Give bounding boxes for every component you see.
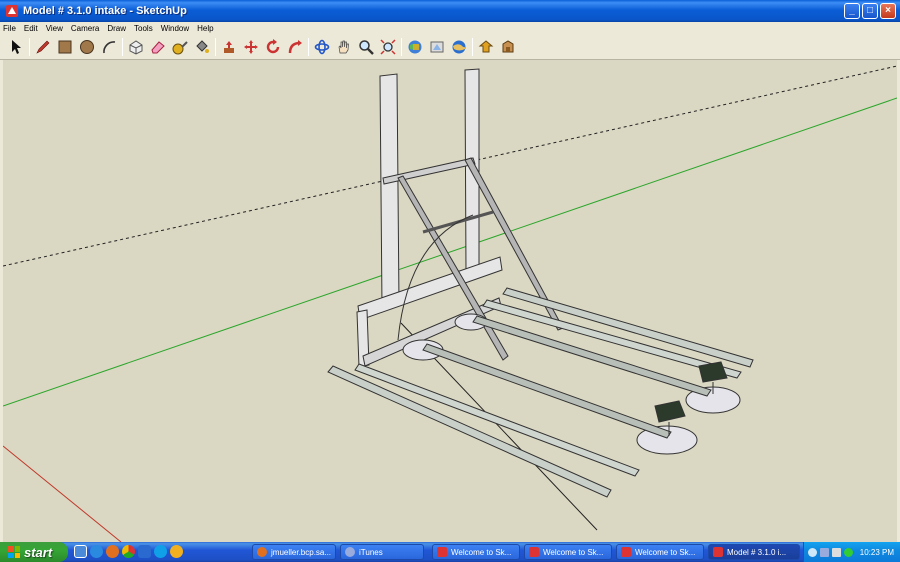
follow-me-icon[interactable] <box>285 38 304 57</box>
toolbar-separator <box>472 38 473 56</box>
task-label: jmueller.bcp.sa... <box>271 547 332 557</box>
task-item-itunes[interactable]: iTunes <box>340 544 424 560</box>
menu-tools[interactable]: Tools <box>134 24 153 33</box>
make-component-icon[interactable] <box>126 38 145 57</box>
pan-icon[interactable] <box>334 38 353 57</box>
toolbar-separator <box>215 38 216 56</box>
maximize-button[interactable]: □ <box>862 3 878 19</box>
share-model-icon[interactable] <box>427 38 446 57</box>
task-label: Welcome to Sk... <box>543 547 604 557</box>
task-item-welcome-3[interactable]: Welcome to Sk... <box>616 544 704 560</box>
menu-draw[interactable]: Draw <box>107 24 126 33</box>
tray-expand-icon[interactable] <box>808 547 817 557</box>
get-models-toolbar-icon[interactable] <box>476 38 495 57</box>
robot-intake-model[interactable] <box>327 68 754 498</box>
task-label: Welcome to Sk... <box>635 547 696 557</box>
close-button[interactable]: × <box>880 3 896 19</box>
arc-icon[interactable] <box>99 38 118 57</box>
start-label: start <box>24 544 53 560</box>
network-icon[interactable] <box>820 547 829 557</box>
toolbar-separator <box>29 38 30 56</box>
skype-icon[interactable] <box>154 545 167 558</box>
firefox-icon[interactable] <box>106 545 119 558</box>
windows-logo-icon <box>8 546 20 558</box>
windows-taskbar: start jmueller.bcp.sa... iTunes Welcome … <box>0 542 900 562</box>
sketchup-icon <box>6 5 18 17</box>
messenger-icon[interactable] <box>170 545 183 558</box>
circle-icon[interactable] <box>77 38 96 57</box>
toolbar-separator <box>122 38 123 56</box>
task-label: iTunes <box>359 547 383 557</box>
volume-icon[interactable] <box>832 547 841 557</box>
itunes-icon <box>345 547 355 557</box>
task-label: Welcome to Sk... <box>451 547 512 557</box>
task-item-jmueller[interactable]: jmueller.bcp.sa... <box>252 544 336 560</box>
ie-icon[interactable] <box>90 545 103 558</box>
rail-back-long <box>502 287 754 368</box>
sketchup-icon <box>621 547 631 557</box>
toolbar-separator <box>308 38 309 56</box>
menu-help[interactable]: Help <box>197 24 213 33</box>
quick-launch <box>74 545 183 558</box>
orbit-icon[interactable] <box>312 38 331 57</box>
task-label: Model # 3.1.0 i... <box>727 547 787 557</box>
photo-textures-icon[interactable] <box>498 38 517 57</box>
menu-view[interactable]: View <box>46 24 63 33</box>
menu-bar: File Edit View Camera Draw Tools Window … <box>0 22 900 35</box>
menu-file[interactable]: File <box>3 24 16 33</box>
clock: 10:23 PM <box>859 547 894 557</box>
pencil-icon[interactable] <box>33 38 52 57</box>
eraser-icon[interactable] <box>148 38 167 57</box>
task-item-welcome-1[interactable]: Welcome to Sk... <box>432 544 520 560</box>
zoom-icon[interactable] <box>356 38 375 57</box>
rail-front-long <box>327 365 612 498</box>
model-viewport[interactable] <box>0 60 900 542</box>
start-button[interactable]: start <box>0 542 68 562</box>
get-models-icon[interactable] <box>405 38 424 57</box>
main-toolbar <box>0 35 900 60</box>
menu-camera[interactable]: Camera <box>71 24 99 33</box>
zoom-extents-icon[interactable] <box>378 38 397 57</box>
window-title: Model # 3.1.0 intake - SketchUp <box>23 5 187 17</box>
menu-window[interactable]: Window <box>161 24 189 33</box>
task-item-welcome-2[interactable]: Welcome to Sk... <box>524 544 612 560</box>
red-axis <box>3 445 122 542</box>
security-icon[interactable] <box>844 547 853 557</box>
menu-edit[interactable]: Edit <box>24 24 38 33</box>
sketchup-icon <box>713 547 723 557</box>
rectangle-icon[interactable] <box>55 38 74 57</box>
motor-block-front <box>654 400 686 423</box>
move-icon[interactable] <box>241 38 260 57</box>
show-desktop-icon[interactable] <box>74 545 87 558</box>
model-canvas[interactable] <box>3 60 897 542</box>
system-tray: 10:23 PM <box>803 542 900 562</box>
toolbar-separator <box>401 38 402 56</box>
select-icon[interactable] <box>6 38 25 57</box>
motor-block-back <box>698 361 728 383</box>
rail-front-inner <box>354 363 640 477</box>
push-pull-icon[interactable] <box>219 38 238 57</box>
outlook-icon[interactable] <box>138 545 151 558</box>
tape-measure-icon[interactable] <box>170 38 189 57</box>
title-bar: Model # 3.1.0 intake - SketchUp _ □ × <box>0 0 900 22</box>
left-upright <box>379 73 400 308</box>
minimize-button[interactable]: _ <box>844 3 860 19</box>
sketchup-icon <box>529 547 539 557</box>
google-earth-icon[interactable] <box>449 38 468 57</box>
firefox-icon <box>257 547 267 557</box>
chrome-icon[interactable] <box>122 545 135 558</box>
paint-bucket-icon[interactable] <box>192 38 211 57</box>
sketchup-icon <box>437 547 447 557</box>
task-item-model[interactable]: Model # 3.1.0 i... <box>708 544 800 560</box>
rotate-icon[interactable] <box>263 38 282 57</box>
